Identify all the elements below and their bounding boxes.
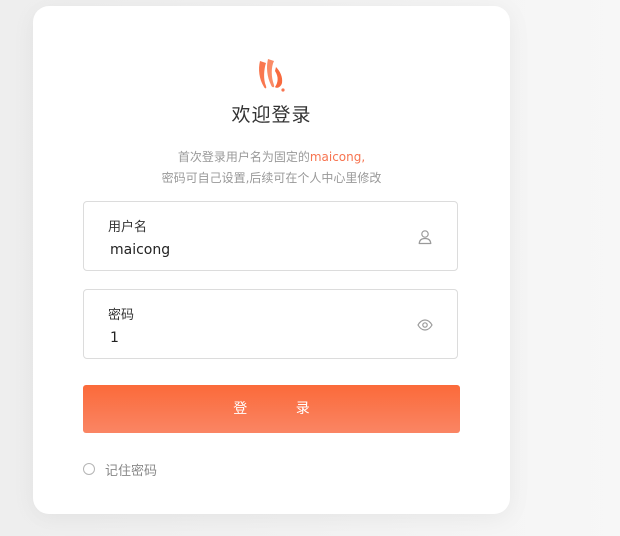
username-input[interactable]: maicong	[110, 242, 170, 258]
password-field[interactable]: 密码 1	[83, 289, 458, 359]
eye-icon[interactable]	[417, 317, 433, 333]
flame-logo-icon	[259, 59, 285, 92]
page-title: 欢迎登录	[231, 104, 312, 126]
page-background: 欢迎登录 首次登录用户名为固定的maicong, 密码可自己设置,后续可在个人中…	[0, 0, 620, 536]
tip-text: 首次登录用户名为固定的	[177, 150, 310, 164]
tip-highlight-username: maicong,	[309, 150, 366, 164]
username-label: 用户名	[108, 220, 148, 235]
login-tip-line1: 首次登录用户名为固定的maicong,	[33, 148, 510, 165]
password-label: 密码	[108, 308, 135, 323]
login-card: 欢迎登录 首次登录用户名为固定的maicong, 密码可自己设置,后续可在个人中…	[33, 6, 510, 514]
login-button[interactable]: 登 录	[83, 385, 460, 433]
user-icon	[418, 230, 432, 245]
remember-password-radio[interactable]	[83, 463, 95, 475]
password-input[interactable]: 1	[110, 330, 119, 346]
username-field[interactable]: 用户名 maicong	[83, 201, 458, 271]
remember-password[interactable]: 记住密码	[83, 461, 158, 479]
remember-password-label: 记住密码	[105, 463, 158, 479]
login-tip-line2: 密码可自己设置,后续可在个人中心里修改	[161, 171, 382, 185]
